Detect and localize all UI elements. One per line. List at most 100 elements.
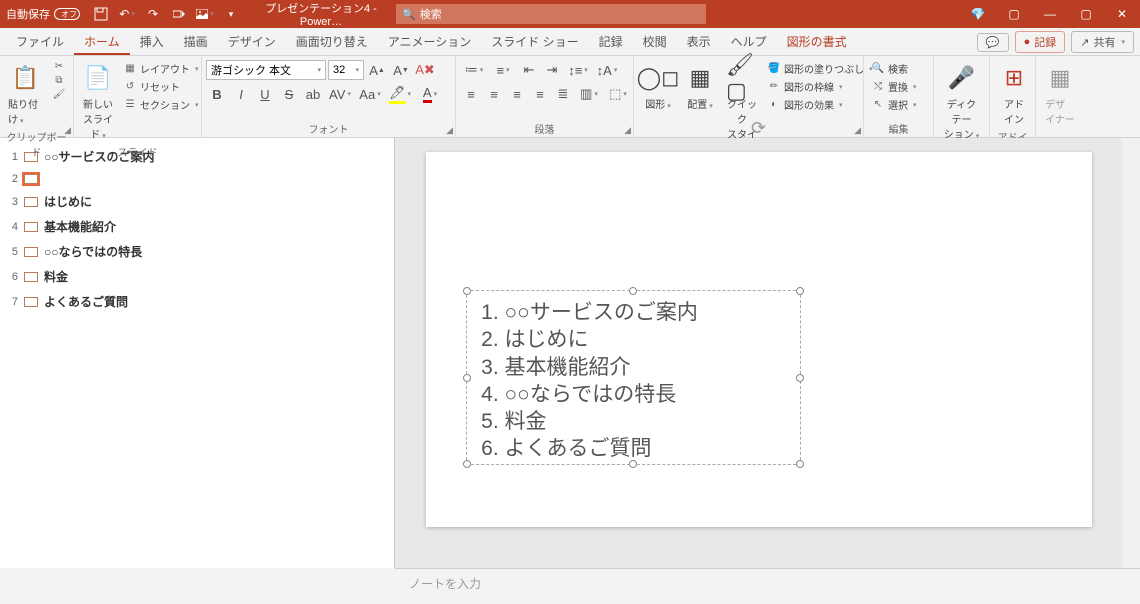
list-item[interactable]: はじめに (505, 326, 786, 353)
tab-記録[interactable]: 記録 (589, 28, 633, 55)
cut-button[interactable]: ✂ (49, 60, 69, 73)
dictate-button[interactable]: 🎤ディクテー ション▾ (938, 60, 985, 143)
outline-item[interactable]: 4基本機能紹介 (4, 214, 390, 239)
resize-handle[interactable] (629, 460, 637, 468)
distribute-icon[interactable]: ≣ (552, 84, 574, 104)
find-button[interactable]: 🔍検索 (868, 60, 920, 77)
columns-button[interactable]: ▥▾ (575, 84, 603, 104)
select-button[interactable]: ↖選択▾ (868, 96, 920, 113)
numbered-list[interactable]: ○○サービスのご案内はじめに基本機能紹介○○ならではの特長料金よくあるご質問 (481, 299, 786, 463)
outline-item[interactable]: 6料金 (4, 264, 390, 289)
addins-button[interactable]: ⊞アド イン (994, 60, 1034, 128)
outline-item[interactable]: 7よくあるご質問 (4, 289, 390, 314)
replace-button[interactable]: ⤭置換▾ (868, 78, 920, 95)
change-case-button[interactable]: Aa▾ (356, 84, 384, 104)
increase-indent-icon[interactable]: ⇥ (541, 60, 563, 80)
undo-icon[interactable]: ↶▾ (116, 3, 138, 25)
text-direction-button[interactable]: ↕A▾ (593, 60, 621, 80)
dialog-launcher-icon[interactable]: ◢ (64, 125, 71, 136)
section-button[interactable]: ☰セクション▾ (120, 96, 202, 113)
resize-handle[interactable] (463, 374, 471, 382)
decrease-indent-icon[interactable]: ⇤ (518, 60, 540, 80)
tab-表示[interactable]: 表示 (677, 28, 721, 55)
resize-handle[interactable] (463, 287, 471, 295)
outline-item[interactable]: 2 (4, 169, 390, 189)
highlight-button[interactable]: 🖊▾ (386, 84, 414, 104)
save-icon[interactable] (90, 3, 112, 25)
increase-font-icon[interactable]: A▲ (366, 60, 388, 80)
slide-canvas[interactable]: ⟳ ○○サービスのご案内はじめに基本機能紹介○○ならではの特長料金よくあるご質問 (426, 152, 1092, 527)
resize-handle[interactable] (463, 460, 471, 468)
slide-editor[interactable]: ⟳ ○○サービスのご案内はじめに基本機能紹介○○ならではの特長料金よくあるご質問 (395, 138, 1122, 568)
new-slide-button[interactable]: 📄 新しい スライド▾ (78, 60, 118, 143)
dialog-launcher-icon[interactable]: ◢ (446, 125, 453, 136)
char-spacing-button[interactable]: AV▾ (326, 84, 354, 104)
record-button[interactable]: ●記録 (1015, 31, 1066, 53)
tab-スライド ショー[interactable]: スライド ショー (481, 28, 588, 55)
tab-ファイル[interactable]: ファイル (6, 28, 74, 55)
redo-icon[interactable]: ↷ (142, 3, 164, 25)
outline-pane[interactable]: 1○○サービスのご案内23はじめに4基本機能紹介5○○ならではの特長6料金7よく… (0, 138, 395, 568)
resize-handle[interactable] (796, 287, 804, 295)
smartart-button[interactable]: ⬚▾ (604, 84, 632, 104)
tab-挿入[interactable]: 挿入 (130, 28, 174, 55)
align-center-icon[interactable]: ≡ (483, 84, 505, 104)
tab-アニメーション[interactable]: アニメーション (378, 28, 482, 55)
list-item[interactable]: ○○サービスのご案内 (505, 299, 786, 326)
align-right-icon[interactable]: ≡ (506, 84, 528, 104)
font-color-button[interactable]: A▾ (416, 84, 444, 104)
arrange-button[interactable]: ▦配置▾ (680, 60, 720, 113)
tab-校閲[interactable]: 校閲 (633, 28, 677, 55)
from-beginning-icon[interactable] (168, 3, 190, 25)
share-button[interactable]: ↗共有▾ (1071, 31, 1134, 53)
shape-outline-button[interactable]: ✏図形の枠線▾ (764, 78, 876, 95)
outline-item[interactable]: 5○○ならではの特長 (4, 239, 390, 264)
bullets-button[interactable]: ≔▾ (460, 60, 488, 80)
tab-描画[interactable]: 描画 (174, 28, 218, 55)
strike-button[interactable]: S (278, 84, 300, 104)
search-input[interactable]: 🔍 検索 (396, 4, 706, 24)
shadow-button[interactable]: ab (302, 84, 324, 104)
ribbon-mode-icon[interactable]: ▢ (996, 0, 1032, 28)
dialog-launcher-icon[interactable]: ◢ (624, 125, 631, 136)
maximize-button[interactable]: ▢ (1068, 0, 1104, 28)
line-spacing-button[interactable]: ↕≡▾ (564, 60, 592, 80)
font-size-select[interactable]: 32▾ (328, 60, 364, 80)
bold-button[interactable]: B (206, 84, 228, 104)
notes-pane[interactable]: ノートを入力 (395, 568, 1140, 604)
justify-icon[interactable]: ≡ (529, 84, 551, 104)
list-item[interactable]: 料金 (505, 408, 786, 435)
vertical-scrollbar[interactable] (1122, 138, 1140, 568)
tab-ホーム[interactable]: ホーム (74, 28, 130, 55)
shape-effects-button[interactable]: ◐図形の効果▾ (764, 96, 876, 113)
shape-fill-button[interactable]: 🪣図形の塗りつぶし▾ (764, 60, 876, 77)
font-name-select[interactable]: 游ゴシック 本文▾ (206, 60, 326, 80)
resize-handle[interactable] (796, 460, 804, 468)
copy-button[interactable]: ⧉ (49, 74, 69, 87)
tab-デザイン[interactable]: デザイン (218, 28, 286, 55)
align-left-icon[interactable]: ≡ (460, 84, 482, 104)
content-textbox[interactable]: ○○サービスのご案内はじめに基本機能紹介○○ならではの特長料金よくあるご質問 (466, 290, 801, 465)
auto-save-toggle[interactable]: 自動保存 オフ (0, 6, 86, 22)
italic-button[interactable]: I (230, 84, 252, 104)
image-icon[interactable]: ▾ (194, 3, 216, 25)
dialog-launcher-icon[interactable]: ◢ (854, 125, 861, 136)
decrease-font-icon[interactable]: A▼ (390, 60, 412, 80)
tab-画面切り替え[interactable]: 画面切り替え (286, 28, 378, 55)
qat-more-icon[interactable]: ▾ (220, 3, 242, 25)
list-item[interactable]: 基本機能紹介 (505, 354, 786, 381)
numbering-button[interactable]: ≡▾ (489, 60, 517, 80)
list-item[interactable]: よくあるご質問 (505, 435, 786, 462)
paste-button[interactable]: 📋 貼り付け▾ (4, 60, 47, 128)
tab-ヘルプ[interactable]: ヘルプ (721, 28, 777, 55)
tab-図形の書式[interactable]: 図形の書式 (777, 28, 857, 55)
premium-icon[interactable]: 💎 (960, 0, 996, 28)
resize-handle[interactable] (796, 374, 804, 382)
minimize-button[interactable]: — (1032, 0, 1068, 28)
underline-button[interactable]: U (254, 84, 276, 104)
comments-button[interactable]: 💬 (977, 33, 1009, 52)
outline-item[interactable]: 3はじめに (4, 189, 390, 214)
reset-button[interactable]: ↺リセット (120, 78, 202, 95)
clear-format-icon[interactable]: A✖ (414, 60, 436, 80)
layout-button[interactable]: ▦レイアウト▾ (120, 60, 202, 77)
